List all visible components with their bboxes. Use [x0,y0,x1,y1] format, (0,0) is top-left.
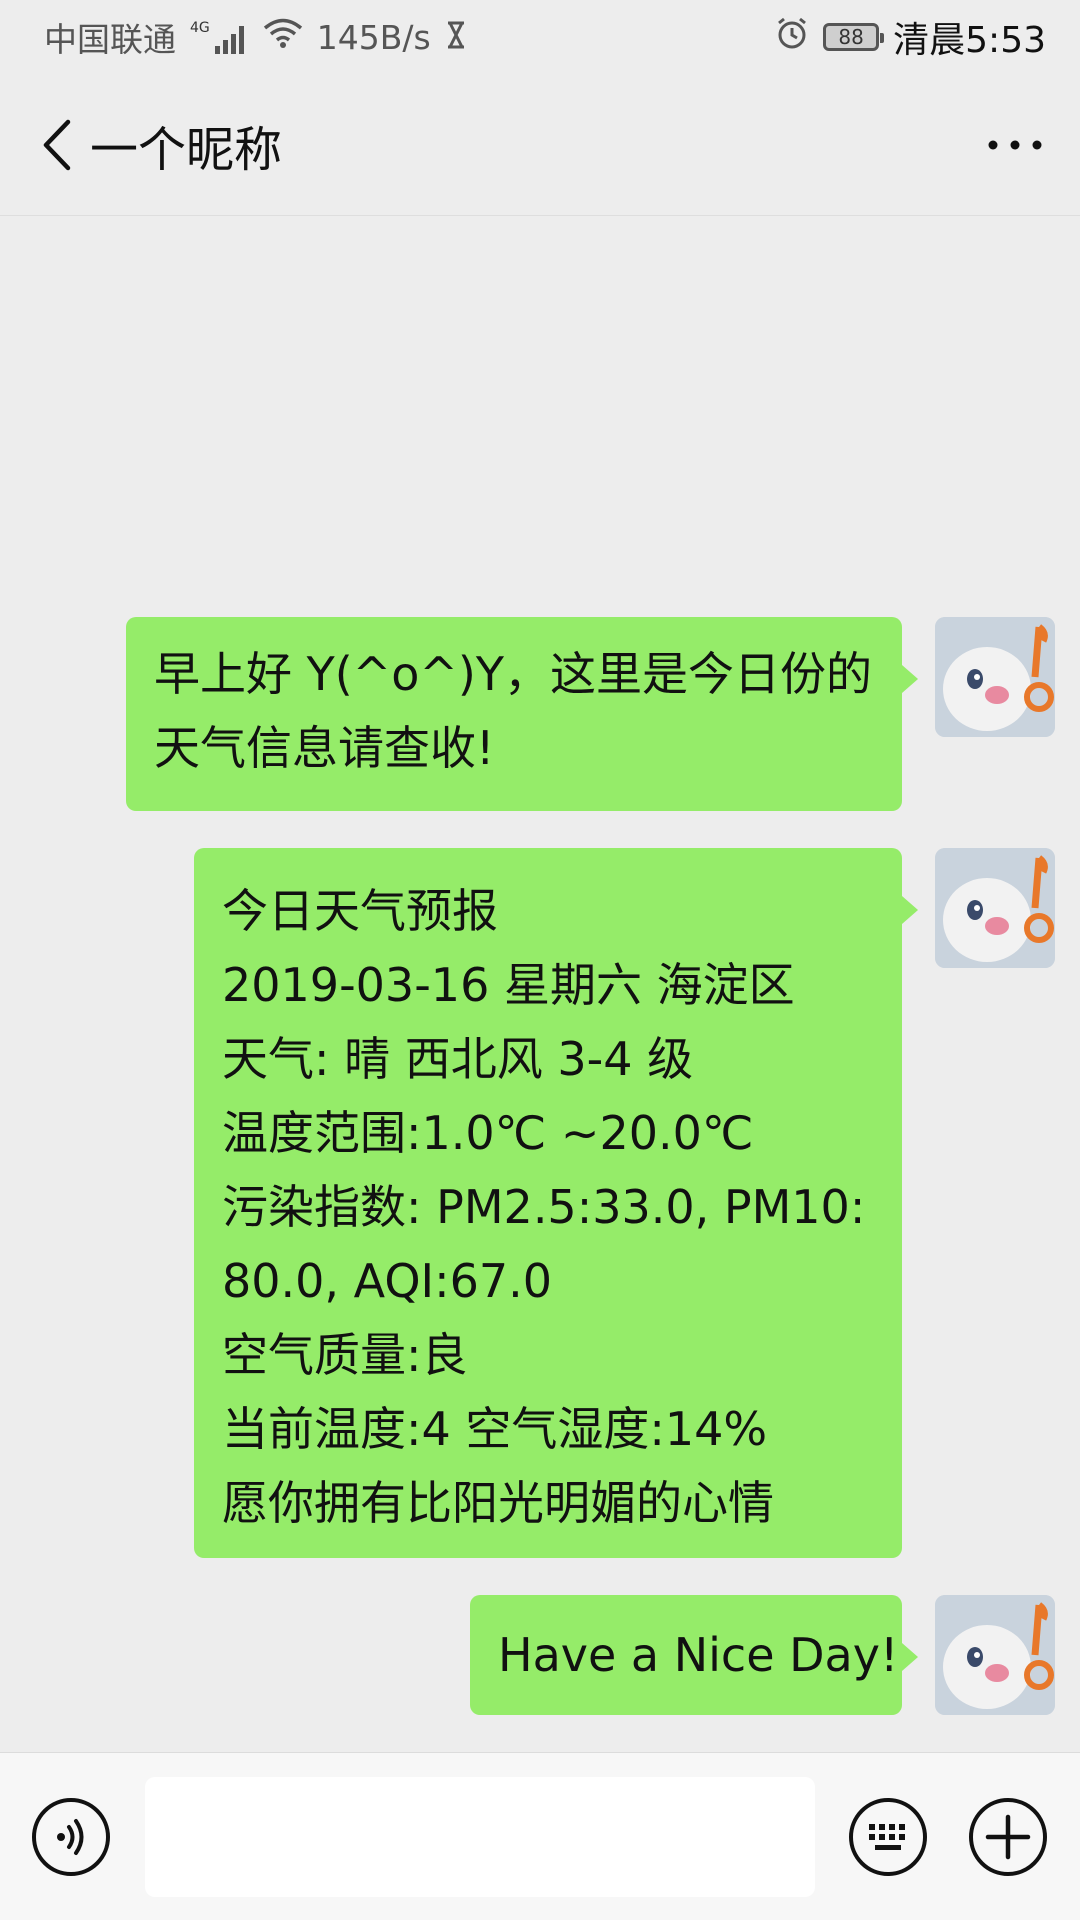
avatar[interactable] [935,1595,1055,1715]
battery-level: 88 [838,25,864,49]
voice-icon[interactable] [31,1797,111,1877]
message-line: 温度范围:1.0℃ ~20.0℃ [222,1106,754,1160]
more-icon[interactable] [980,125,1050,165]
keyboard-icon[interactable] [848,1797,928,1877]
message-line: 空气质量:良 [222,1328,468,1382]
message-input[interactable] [145,1777,815,1897]
alarm-icon [775,16,809,58]
message-line: Have a Nice Day! [498,1628,899,1682]
network-type-label: 4G [190,20,210,36]
message-line: 天气信息请查收! [154,721,495,775]
message-line: 2019-03-16 星期六 海淀区 [222,958,795,1012]
status-left: 中国联通 4G 145B/s [44,13,467,61]
message-line: 愿你拥有比阳光明媚的心情 [222,1476,774,1530]
message-bubble[interactable]: 今日天气预报 2019-03-16 星期六 海淀区 天气: 晴 西北风 3-4 … [194,848,918,1558]
status-right: 88 清晨5:53 [775,11,1046,63]
clock-time: 清晨5:53 [893,20,1046,61]
input-bar [0,1752,1080,1920]
message-line: 80.0, AQI:67.0 [222,1254,553,1308]
message-line: 早上好 Y(^o^)Y，这里是今日份的 [154,647,872,701]
message-bubble[interactable]: 早上好 Y(^o^)Y，这里是今日份的 天气信息请查收! [126,617,918,811]
status-bar: 中国联通 4G 145B/s 88 清晨5:53 [0,0,1080,74]
avatar[interactable] [935,848,1055,968]
chevron-left-icon[interactable] [40,115,80,175]
hourglass-icon [445,18,467,57]
chat-header: 一个昵称 [0,74,1080,216]
avatar[interactable] [935,617,1055,737]
message-line: 今日天气预报 [222,884,498,938]
plus-icon[interactable] [968,1797,1048,1877]
message-line: 污染指数: PM2.5:33.0, PM10: [222,1180,866,1234]
wifi-icon [263,17,303,57]
chat-title: 一个昵称 [90,121,283,178]
signal-icon: 4G [190,20,249,54]
message-line: 当前温度:4 空气湿度:14% [222,1402,768,1456]
message-line: 天气: 晴 西北风 3-4 级 [222,1032,694,1086]
carrier-label: 中国联通 [44,20,176,59]
message-bubble[interactable]: Have a Nice Day! [470,1595,918,1715]
battery-icon: 88 [823,23,885,51]
network-speed: 145B/s [316,17,431,57]
